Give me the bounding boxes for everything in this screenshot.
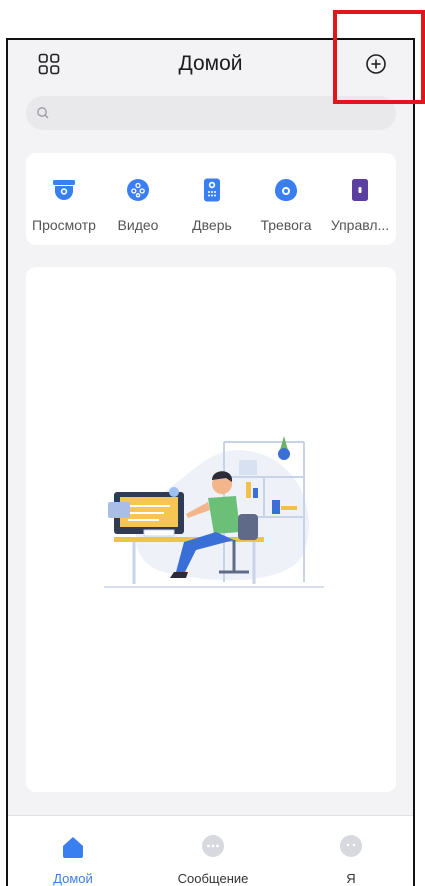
- tab-label: Сообщение: [177, 871, 249, 886]
- shortcut-label: Видео: [117, 217, 159, 233]
- shortcut-label: Дверь: [192, 217, 232, 233]
- profile-icon: [340, 835, 362, 857]
- bottom-tab-bar: Домой Сообщение Я: [8, 815, 413, 886]
- video-icon: [127, 179, 149, 201]
- shortcut-label: Тревога: [260, 217, 312, 233]
- message-icon: [202, 835, 224, 857]
- shortcut-alarm[interactable]: Тревога: [248, 153, 324, 245]
- tab-profile[interactable]: Я: [286, 816, 413, 886]
- shortcut-control[interactable]: Управл...: [322, 153, 398, 245]
- door-intercom-icon: [204, 178, 220, 202]
- shortcut-label: Просмотр: [32, 217, 96, 233]
- app-screen: Домой Просмотр Видео Дверь Тревога Управ…: [6, 38, 415, 886]
- device-list-empty: [26, 267, 396, 792]
- camera-dome-icon: [53, 180, 75, 200]
- empty-state-illustration: [104, 436, 324, 588]
- shortcut-label: Управл...: [330, 217, 390, 233]
- tab-home[interactable]: Домой: [8, 816, 138, 886]
- shortcut-video[interactable]: Видео: [100, 153, 176, 245]
- shortcut-live-view[interactable]: Просмотр: [26, 153, 102, 245]
- shortcut-door[interactable]: Дверь: [174, 153, 250, 245]
- tab-messages[interactable]: Сообщение: [148, 816, 278, 886]
- shortcut-panel: Просмотр Видео Дверь Тревога Управл...: [26, 153, 396, 245]
- tab-label: Я: [346, 871, 356, 886]
- tab-label: Домой: [53, 871, 93, 886]
- home-icon: [63, 837, 83, 858]
- search-icon: [37, 107, 49, 119]
- highlight-box: [333, 10, 425, 104]
- alarm-icon: [275, 179, 297, 201]
- access-control-icon: [352, 179, 368, 201]
